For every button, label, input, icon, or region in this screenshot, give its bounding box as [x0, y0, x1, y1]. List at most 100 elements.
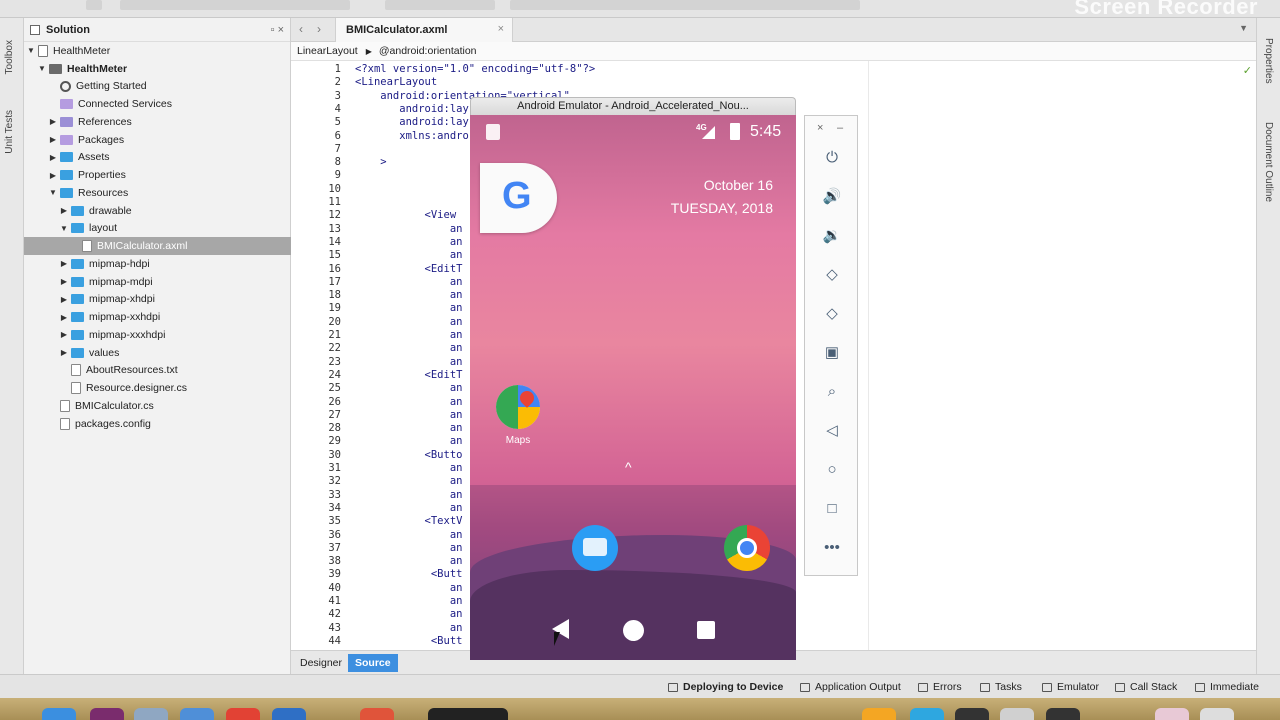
run-configuration-select[interactable]: [120, 0, 350, 10]
tree-item[interactable]: Getting Started: [24, 78, 291, 96]
messages-app-icon[interactable]: [572, 525, 618, 571]
expand-right-icon[interactable]: ▶: [48, 117, 58, 126]
dock-app-icon[interactable]: [360, 708, 394, 720]
expand-down-icon[interactable]: ▼: [59, 224, 69, 233]
expand-right-icon[interactable]: ▶: [48, 153, 58, 162]
dock-app-icon[interactable]: [862, 708, 896, 720]
code-line[interactable]: an: [355, 409, 463, 421]
back-icon[interactable]: ◁: [822, 421, 842, 441]
code-line[interactable]: an: [355, 529, 463, 541]
expand-right-icon[interactable]: ▶: [59, 259, 69, 268]
maps-app-icon[interactable]: [496, 385, 540, 429]
tree-item[interactable]: ▼ Resources: [24, 184, 291, 202]
code-line[interactable]: <?xml version="1.0" encoding="utf-8"?>: [355, 63, 595, 75]
code-line[interactable]: android:lay: [355, 103, 469, 115]
expand-right-icon[interactable]: ▶: [59, 348, 69, 357]
dock-app-icon[interactable]: [910, 708, 944, 720]
expand-right-icon[interactable]: ▶: [59, 277, 69, 286]
tree-item[interactable]: packages.config: [24, 415, 291, 433]
code-line[interactable]: an: [355, 289, 463, 301]
code-line[interactable]: xmlns:andro: [355, 130, 469, 142]
rotate-left-icon[interactable]: ◇: [822, 265, 842, 285]
status-item[interactable]: Call Stack: [1115, 681, 1177, 693]
unit-tests-tab[interactable]: Unit Tests: [4, 110, 15, 154]
volume-up-icon[interactable]: 🔊: [822, 187, 842, 207]
camera-icon[interactable]: ▣: [822, 343, 842, 363]
code-line[interactable]: android:lay: [355, 116, 469, 128]
dock-app-icon[interactable]: [272, 708, 306, 720]
code-line[interactable]: an: [355, 422, 463, 434]
tab-designer[interactable]: Designer: [293, 654, 349, 672]
breadcrumb-item[interactable]: @android:orientation: [379, 45, 477, 57]
expand-right-icon[interactable]: ▶: [59, 313, 69, 322]
properties-tab[interactable]: Properties: [1263, 38, 1274, 84]
volume-down-icon[interactable]: 🔉: [822, 226, 842, 246]
code-line[interactable]: <TextV: [355, 515, 463, 527]
dock-app-icon[interactable]: [90, 708, 124, 720]
tree-item[interactable]: AboutResources.txt: [24, 362, 291, 380]
expand-right-icon[interactable]: ▶: [59, 206, 69, 215]
tab-source[interactable]: Source: [348, 654, 398, 672]
code-line[interactable]: an: [355, 396, 463, 408]
code-line[interactable]: an: [355, 582, 463, 594]
code-line[interactable]: an: [355, 329, 463, 341]
code-line[interactable]: an: [355, 555, 463, 567]
tree-item[interactable]: BMICalculator.cs: [24, 397, 291, 415]
emulator-minimize-icon[interactable]: –: [837, 122, 843, 134]
power-icon[interactable]: ⏻: [822, 148, 842, 168]
app-drawer-chevron-icon[interactable]: ^: [625, 459, 632, 475]
tree-item[interactable]: ▶ References: [24, 113, 291, 131]
pane-controls[interactable]: ▫ ×: [271, 24, 284, 36]
code-line[interactable]: an: [355, 316, 463, 328]
dock-app-icon[interactable]: [180, 708, 214, 720]
code-line[interactable]: an: [355, 276, 463, 288]
code-line[interactable]: <View: [355, 209, 457, 221]
code-line[interactable]: an: [355, 475, 463, 487]
tab-dropdown-icon[interactable]: ▼: [1239, 23, 1248, 33]
tree-item[interactable]: ▼ layout: [24, 220, 291, 238]
expand-right-icon[interactable]: ▶: [59, 330, 69, 339]
dock-app-icon[interactable]: [1000, 708, 1034, 720]
code-line[interactable]: an: [355, 302, 463, 314]
expand-down-icon[interactable]: ▼: [37, 64, 47, 73]
home-icon[interactable]: ○: [822, 460, 842, 480]
rotate-right-icon[interactable]: ◇: [822, 304, 842, 324]
chrome-app-icon[interactable]: [724, 525, 770, 571]
tree-item[interactable]: ▶ drawable: [24, 202, 291, 220]
nav-back-icon[interactable]: ‹: [299, 22, 303, 36]
dock-app-icon[interactable]: [1155, 708, 1189, 720]
tree-item[interactable]: ▶ values: [24, 344, 291, 362]
document-outline-tab[interactable]: Document Outline: [1263, 122, 1274, 202]
expand-down-icon[interactable]: ▼: [26, 46, 36, 55]
tree-item[interactable]: ▶ mipmap-xxxhdpi: [24, 326, 291, 344]
code-line[interactable]: <EditT: [355, 263, 463, 275]
dock-trash-icon[interactable]: [1200, 708, 1234, 720]
status-item[interactable]: Deploying to Device: [668, 681, 783, 693]
breadcrumb-item[interactable]: LinearLayout: [297, 45, 358, 57]
date-widget-weekday[interactable]: TUESDAY, 2018: [671, 200, 773, 216]
status-item[interactable]: Tasks: [980, 681, 1022, 693]
code-line[interactable]: an: [355, 236, 463, 248]
expand-right-icon[interactable]: ▶: [59, 295, 69, 304]
code-line[interactable]: an: [355, 489, 463, 501]
document-tab[interactable]: BMICalculator.axml ×: [335, 18, 513, 42]
code-line[interactable]: >: [355, 156, 386, 168]
code-line[interactable]: an: [355, 462, 463, 474]
zoom-icon[interactable]: ⌕: [822, 382, 842, 402]
code-line[interactable]: an: [355, 542, 463, 554]
expand-right-icon[interactable]: ▶: [48, 135, 58, 144]
status-item[interactable]: Emulator: [1042, 681, 1099, 693]
status-item[interactable]: Errors: [918, 681, 962, 693]
tree-item[interactable]: ▼ HealthMeter: [24, 42, 291, 60]
nav-home-icon[interactable]: [623, 620, 644, 641]
close-tab-icon[interactable]: ×: [498, 23, 504, 35]
tree-item[interactable]: Connected Services: [24, 95, 291, 113]
tree-item[interactable]: ▼ HealthMeter: [24, 60, 291, 78]
emulator-screen[interactable]: 4G 5:45 G October 16 TUESDAY, 2018 Maps …: [470, 115, 796, 660]
status-item[interactable]: Immediate: [1195, 681, 1259, 693]
code-line[interactable]: an: [355, 595, 463, 607]
code-line[interactable]: <EditT: [355, 369, 463, 381]
code-line[interactable]: an: [355, 382, 463, 394]
tree-item[interactable]: ▶ Assets: [24, 149, 291, 167]
tree-item[interactable]: ▶ mipmap-hdpi: [24, 255, 291, 273]
